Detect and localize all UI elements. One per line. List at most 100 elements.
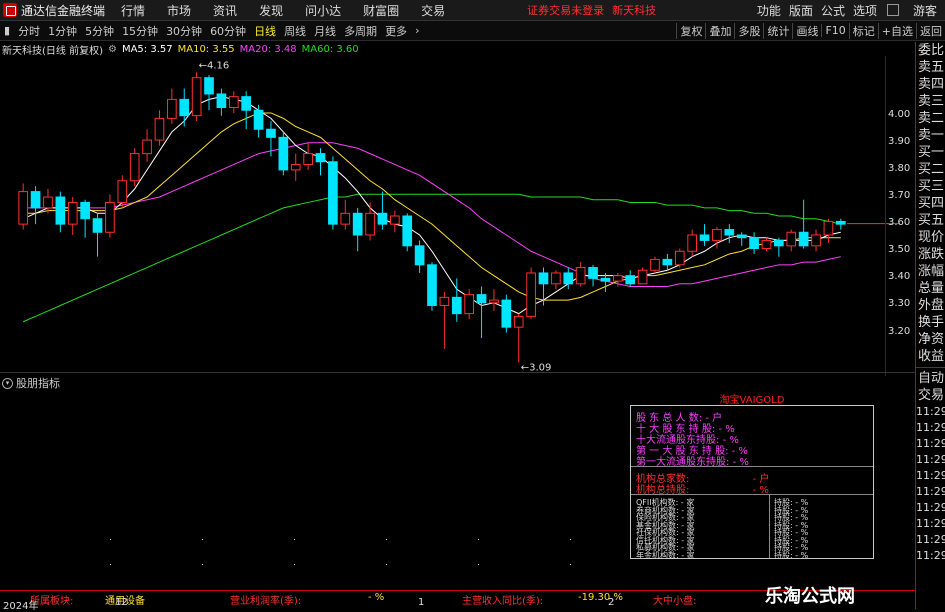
institution-row: 年金机构数: - 家 [636, 550, 695, 560]
period-5min[interactable]: 5分钟 [81, 23, 118, 39]
period-multi[interactable]: 多周期 [340, 23, 381, 39]
candle [352, 207, 363, 252]
candle [786, 229, 797, 252]
candle [414, 240, 425, 273]
btn-stats[interactable]: 统计 [763, 22, 792, 39]
candle [625, 270, 636, 287]
watermark-brand: 乐淘公式网 [765, 586, 855, 607]
candle [823, 218, 834, 244]
candle [92, 213, 103, 257]
menu-news[interactable]: 资讯 [213, 2, 237, 19]
candle [390, 210, 400, 233]
period-intraday[interactable]: 分时 [14, 23, 44, 39]
menu-wealth[interactable]: 财富圈 [363, 2, 399, 19]
time-label: 12 [115, 597, 128, 608]
menu-discover[interactable]: 发现 [259, 2, 283, 19]
candle [67, 197, 78, 235]
candle [724, 224, 735, 244]
sub-chart-title[interactable]: 股朋指标 [16, 375, 60, 391]
candle [228, 91, 239, 113]
period-1min[interactable]: 1分钟 [44, 23, 81, 39]
btn-multi-stock[interactable]: 多股 [734, 22, 763, 39]
candle [489, 289, 499, 311]
quote-field-label: 买五 [917, 213, 944, 228]
candles [18, 72, 846, 363]
trade-time: 11:29 [916, 469, 945, 482]
menu-options[interactable]: 选项 [853, 2, 877, 19]
candle [142, 129, 152, 162]
candle [328, 156, 338, 230]
candle [80, 199, 90, 238]
legend-gear-icon[interactable]: ⚙ [108, 44, 117, 55]
menu-function[interactable]: 功能 [757, 2, 781, 19]
indicator-dot [294, 539, 295, 540]
price-tick-label: 3.60 [888, 217, 911, 229]
indicator-dot [202, 539, 203, 540]
period-60min[interactable]: 60分钟 [206, 23, 250, 39]
quote-field-label: 外盘 [917, 298, 944, 313]
btn-add-watchlist[interactable]: +自选 [877, 22, 916, 39]
menu-trade[interactable]: 交易 [421, 2, 445, 19]
quote-field-label: 卖三 [917, 94, 944, 109]
period-monthly[interactable]: 月线 [310, 23, 340, 39]
trade-detail-label[interactable]: 交易 [916, 387, 945, 404]
period-daily[interactable]: 日线 [250, 23, 280, 39]
candle [513, 313, 524, 363]
btn-overlay[interactable]: 叠加 [705, 22, 734, 39]
indicator-dot [386, 539, 387, 540]
quote-field-label: 卖一 [917, 128, 944, 143]
period-30min[interactable]: 30分钟 [162, 23, 206, 39]
quote-field-label: 收益 [917, 349, 944, 364]
btn-draw[interactable]: 画线 [792, 22, 821, 39]
current-stock-name: 新天科技 [612, 4, 657, 17]
btn-mark[interactable]: 标记 [848, 22, 878, 39]
menu-market-quotes[interactable]: 行情 [121, 2, 145, 19]
legend-ma5: MA5: 3.57 [121, 43, 173, 55]
trade-detail-label[interactable]: 自动 [916, 370, 945, 387]
btn-f10[interactable]: F10 [821, 24, 848, 37]
period-weekly[interactable]: 周线 [280, 23, 310, 39]
candle [575, 262, 586, 287]
indicator-dot [110, 539, 111, 540]
menu-layout[interactable]: 版面 [789, 2, 813, 19]
indicator-dot [294, 564, 295, 565]
trade-time: 11:29 [916, 437, 945, 450]
candle [18, 183, 29, 230]
candle [303, 142, 313, 170]
price-tick-label: 4.00 [888, 108, 911, 120]
kline-chart[interactable]: ←4.16←3.09 [0, 56, 915, 376]
indicator-toggle-icon[interactable]: ▾ [2, 377, 13, 389]
candle [278, 131, 289, 176]
indicator-dot [570, 564, 571, 565]
more-chevron-icon[interactable]: › [411, 24, 423, 37]
candle [167, 88, 177, 124]
window-restore-icon[interactable] [886, 4, 899, 16]
candle [191, 72, 202, 122]
price-tick-label: 3.70 [888, 190, 911, 202]
menu-right-group: 功能 版面 公式 选项 游客 [749, 0, 945, 20]
fund-divider [631, 466, 873, 467]
period-15min[interactable]: 15分钟 [118, 23, 162, 39]
quote-field-label: 涨跌 [917, 247, 944, 262]
candle [551, 270, 561, 290]
period-more[interactable]: 更多 [381, 23, 411, 39]
indicator-dot [478, 564, 479, 565]
fund-divider [769, 494, 770, 558]
toolbar-menu-icon[interactable]: ▮ [0, 24, 14, 37]
candle [811, 229, 821, 252]
quote-field-label: 卖二 [917, 111, 944, 126]
user-guest[interactable]: 游客 [913, 2, 937, 19]
indicator-dot [386, 564, 387, 565]
login-notice[interactable]: 证券交易未登录 [527, 2, 604, 18]
candle [798, 199, 809, 249]
menu-ask[interactable]: 问小达 [305, 2, 341, 19]
candle [241, 91, 252, 130]
chart-title[interactable]: 新天科技(日线 前复权) [2, 42, 103, 57]
candle [439, 291, 450, 349]
btn-adjust[interactable]: 复权 [676, 22, 705, 39]
menu-formula[interactable]: 公式 [821, 2, 845, 19]
btn-back[interactable]: 返回 [916, 22, 945, 39]
sub-chart-header: ▾ 股朋指标 [2, 375, 60, 391]
quote-field-label: 净资 [917, 332, 944, 347]
menu-market[interactable]: 市场 [167, 2, 191, 19]
